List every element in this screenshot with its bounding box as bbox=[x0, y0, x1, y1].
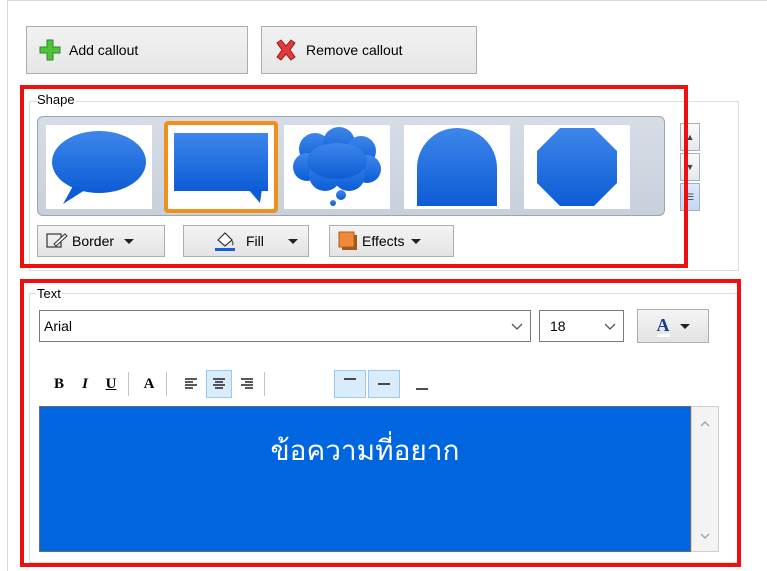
text-highlight-box bbox=[20, 279, 741, 567]
remove-callout-button[interactable]: Remove callout bbox=[261, 26, 477, 74]
shape-highlight-box bbox=[20, 85, 688, 268]
plus-icon bbox=[39, 39, 61, 61]
window-top-edge bbox=[7, 0, 767, 9]
add-callout-label: Add callout bbox=[69, 42, 139, 58]
remove-callout-label: Remove callout bbox=[306, 42, 403, 58]
add-callout-button[interactable]: Add callout bbox=[26, 26, 248, 74]
window-left-edge bbox=[7, 0, 8, 571]
remove-x-icon bbox=[276, 39, 296, 61]
